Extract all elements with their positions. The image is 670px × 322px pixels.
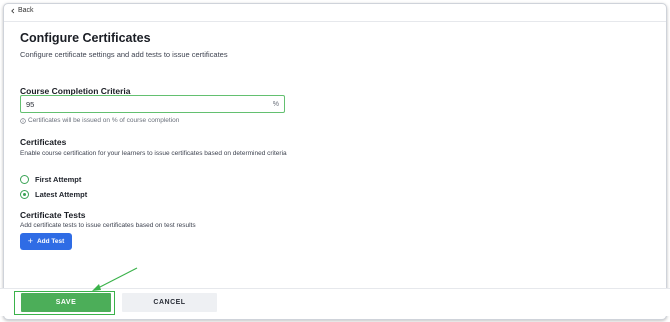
certificates-description: Enable course certification for your lea… [20, 150, 287, 157]
radio-label: Latest Attempt [35, 190, 88, 199]
top-bar: Back [4, 4, 666, 22]
certificate-tests-description: Add certificate tests to issue certifica… [20, 222, 196, 229]
page-title: Configure Certificates [20, 31, 151, 45]
cancel-button[interactable]: CANCEL [122, 293, 217, 312]
add-test-label: Add Test [36, 238, 65, 245]
completion-hint: Certificates will be issued on % of cour… [20, 117, 179, 124]
certificate-tests-label: Certificate Tests [20, 210, 86, 220]
completion-criteria-input[interactable] [26, 99, 256, 109]
info-icon [20, 117, 26, 124]
percent-unit: % [272, 100, 279, 108]
add-test-button[interactable]: + Add Test [20, 233, 72, 250]
radio-first-attempt[interactable]: First Attempt [20, 175, 81, 184]
certificates-label: Certificates [20, 137, 67, 147]
save-button[interactable]: SAVE [21, 293, 111, 312]
back-label: Back [18, 7, 34, 14]
back-link[interactable]: Back [10, 7, 34, 14]
completion-criteria-field[interactable]: % [20, 95, 285, 113]
page-subtitle: Configure certificate settings and add t… [20, 50, 228, 59]
radio-button-selected[interactable] [20, 190, 29, 199]
radio-label: First Attempt [35, 175, 82, 184]
radio-button[interactable] [20, 175, 29, 184]
radio-latest-attempt[interactable]: Latest Attempt [20, 190, 87, 199]
completion-hint-text: Certificates will be issued on % of cour… [28, 117, 180, 124]
chevron-left-icon [11, 8, 15, 13]
plus-icon: + [27, 236, 33, 246]
